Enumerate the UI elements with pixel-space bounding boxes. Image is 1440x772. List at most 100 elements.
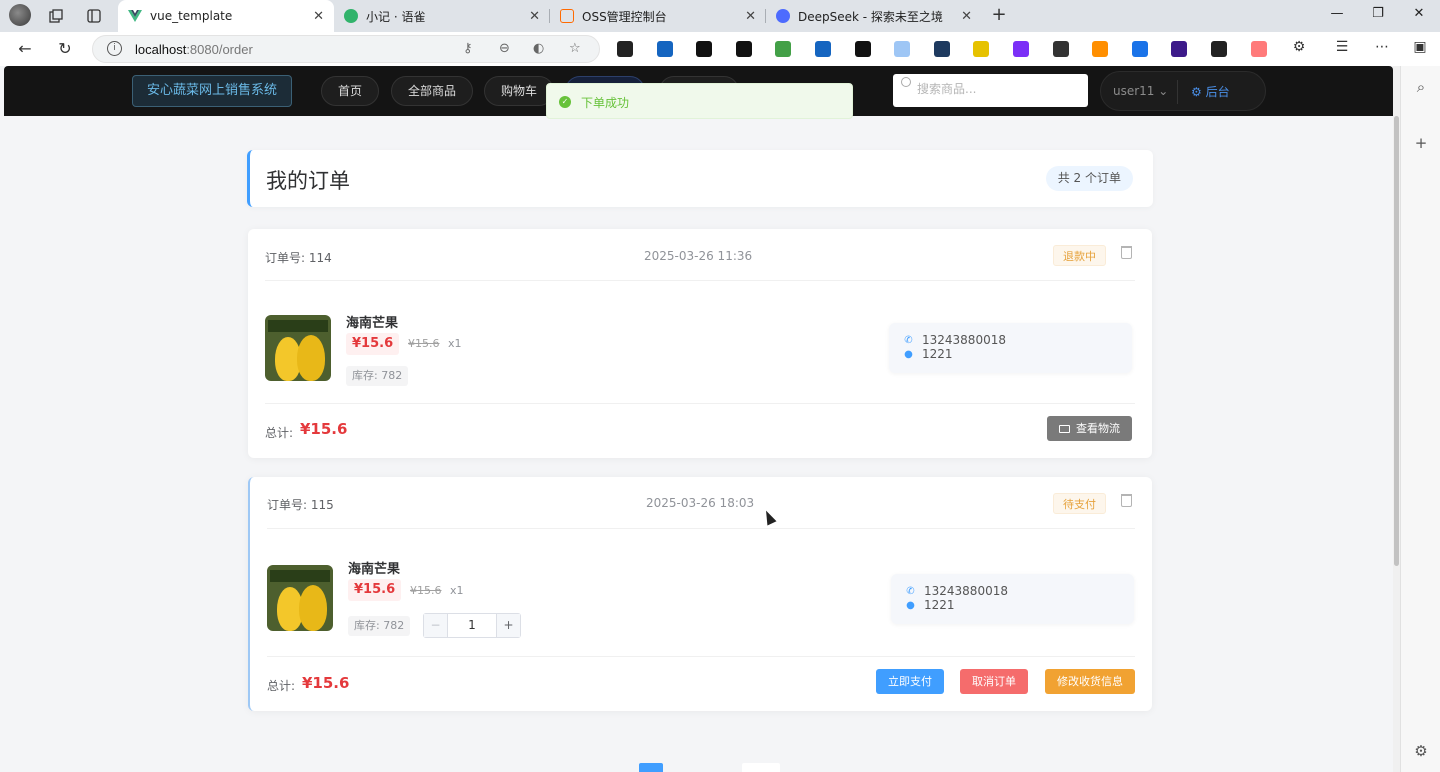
site-brand[interactable]: 安心蔬菜网上销售系统 (132, 75, 293, 107)
vue-favicon-icon (128, 9, 142, 23)
close-tab-icon[interactable]: ✕ (529, 9, 540, 24)
pay-now-button[interactable]: 立即支付 (876, 669, 944, 694)
close-tab-icon[interactable]: ✕ (313, 9, 324, 24)
stock-tag: 库存: 782 (346, 366, 409, 386)
delete-trash-icon[interactable] (1121, 494, 1132, 507)
pagination-page[interactable] (742, 763, 780, 772)
shipping-info: ✆ 13243880018 ● 1221 (889, 323, 1132, 373)
order-time: 2025-03-26 18:03 (646, 496, 755, 510)
add-icon[interactable]: + (1411, 134, 1431, 152)
browser-extension-icon[interactable] (1092, 41, 1108, 57)
scrollbar-thumb[interactable] (1394, 116, 1399, 566)
view-logistics-button[interactable]: 查看物流 (1047, 416, 1132, 441)
address-bar[interactable]: i localhost:8080/order ⚷ ⊖ ◐ ☆ (92, 35, 600, 63)
close-tab-icon[interactable]: ✕ (745, 9, 756, 24)
product-name[interactable]: 海南芒果 (348, 558, 400, 577)
settings-gear-icon[interactable]: ⚙ (1411, 742, 1431, 760)
vertical-tabs-icon[interactable] (84, 6, 104, 26)
tab-title: DeepSeek - 探索未至之境 (798, 9, 943, 24)
nav-all-products[interactable]: 全部商品 (391, 76, 474, 106)
minimize-button[interactable]: — (1327, 6, 1347, 21)
nav-home[interactable]: 首页 (321, 76, 380, 106)
product-image-banner (268, 320, 328, 332)
truck-icon (1059, 425, 1070, 433)
browser-extension-icon[interactable] (1132, 41, 1148, 57)
browser-tab-bar: vue_template ✕ 小记 · 语雀 ✕ OSS管理控制台 ✕ Deep… (0, 0, 1440, 32)
browser-extension-icon[interactable] (934, 41, 950, 57)
browser-side-panel: ⌕ + ⚙ (1400, 66, 1440, 772)
page-title: 我的订单 (266, 169, 350, 193)
refresh-button[interactable]: ↻ (54, 38, 76, 60)
browser-extension-icon[interactable] (1251, 41, 1267, 57)
restore-button[interactable]: ❐ (1368, 6, 1388, 21)
success-check-icon: ✓ (559, 96, 571, 108)
tab-oss-console[interactable]: OSS管理控制台 ✕ (550, 0, 766, 32)
product-price: ¥15.6 (348, 579, 402, 601)
status-badge: 待支付 (1053, 493, 1106, 514)
username-dropdown[interactable]: user11 ⌄ (1113, 84, 1168, 98)
favorites-icon[interactable]: ☰ (1332, 39, 1352, 55)
decrease-button[interactable]: − (424, 614, 448, 637)
product-image[interactable] (267, 565, 333, 631)
browser-extension-icon[interactable] (1013, 41, 1029, 57)
quantity-value[interactable]: 1 (448, 618, 496, 632)
divider (265, 280, 1135, 281)
browser-extension-icon[interactable] (894, 41, 910, 57)
back-button[interactable]: ← (14, 38, 36, 60)
tab-vue-template[interactable]: vue_template ✕ (118, 0, 334, 32)
browser-extension-icon[interactable] (973, 41, 989, 57)
browser-extension-icon[interactable] (775, 41, 791, 57)
extensions-icon[interactable]: ⚙ (1289, 39, 1309, 55)
profile-avatar[interactable] (9, 4, 31, 26)
order-time: 2025-03-26 11:36 (644, 249, 753, 263)
close-tab-icon[interactable]: ✕ (961, 9, 972, 24)
divider (267, 656, 1135, 657)
delete-trash-icon[interactable] (1121, 246, 1132, 259)
browser-extension-icon[interactable] (657, 41, 673, 57)
site-info-icon[interactable]: i (107, 41, 122, 56)
phone-icon: ✆ (904, 334, 913, 346)
browser-extension-icon[interactable] (1053, 41, 1069, 57)
workspaces-icon[interactable] (46, 6, 66, 26)
increase-button[interactable]: + (496, 614, 520, 637)
browser-extension-icon[interactable] (1171, 41, 1187, 57)
browser-extension-icon[interactable] (617, 41, 633, 57)
divider (1177, 80, 1178, 104)
browser-extension-icon[interactable] (815, 41, 831, 57)
close-window-button[interactable]: ✕ (1409, 6, 1429, 21)
edit-shipping-button[interactable]: 修改收货信息 (1045, 669, 1135, 694)
read-aloud-icon[interactable]: ◐ (533, 41, 544, 56)
status-badge: 退款中 (1053, 245, 1106, 266)
more-menu-icon[interactable]: ⋯ (1372, 39, 1392, 55)
sidebar-toggle-icon[interactable]: ▣ (1410, 39, 1430, 55)
search-icon[interactable]: ⌕ (1411, 78, 1431, 96)
gear-icon: ⚙ (1191, 85, 1202, 99)
browser-extension-icon[interactable] (855, 41, 871, 57)
admin-button[interactable]: ⚙ 后台 (1191, 83, 1230, 100)
total-label: 总计: (265, 426, 294, 440)
toast-message: 下单成功 (581, 96, 630, 110)
stock-tag: 库存: 782 (348, 616, 411, 636)
zoom-out-icon[interactable]: ⊖ (499, 41, 510, 56)
product-name[interactable]: 海南芒果 (346, 312, 398, 331)
password-key-icon[interactable]: ⚷ (463, 41, 473, 56)
aliyun-favicon-icon (560, 9, 574, 23)
search-input[interactable] (917, 82, 1077, 96)
browser-extension-icon[interactable] (736, 41, 752, 57)
pagination-active-page[interactable] (639, 763, 663, 772)
order-number: 订单号: 114 (265, 251, 332, 265)
tab-deepseek[interactable]: DeepSeek - 探索未至之境 ✕ (766, 0, 982, 32)
cancel-order-button[interactable]: 取消订单 (960, 669, 1028, 694)
new-tab-button[interactable]: + (988, 4, 1010, 26)
favorite-star-icon[interactable]: ☆ (569, 41, 581, 56)
tab-title: OSS管理控制台 (582, 9, 667, 24)
browser-extension-icon[interactable] (696, 41, 712, 57)
browser-extension-icon[interactable] (1211, 41, 1227, 57)
order-card: 订单号: 115 2025-03-26 18:03 待支付 海南芒果 ¥15.6… (248, 477, 1152, 711)
tab-yuque[interactable]: 小记 · 语雀 ✕ (334, 0, 550, 32)
phone-icon: ✆ (906, 585, 915, 597)
page-scrollbar[interactable] (1393, 66, 1400, 772)
nav-cart[interactable]: 购物车 (484, 76, 555, 106)
quantity: x1 (448, 337, 462, 350)
product-image[interactable] (265, 315, 331, 381)
